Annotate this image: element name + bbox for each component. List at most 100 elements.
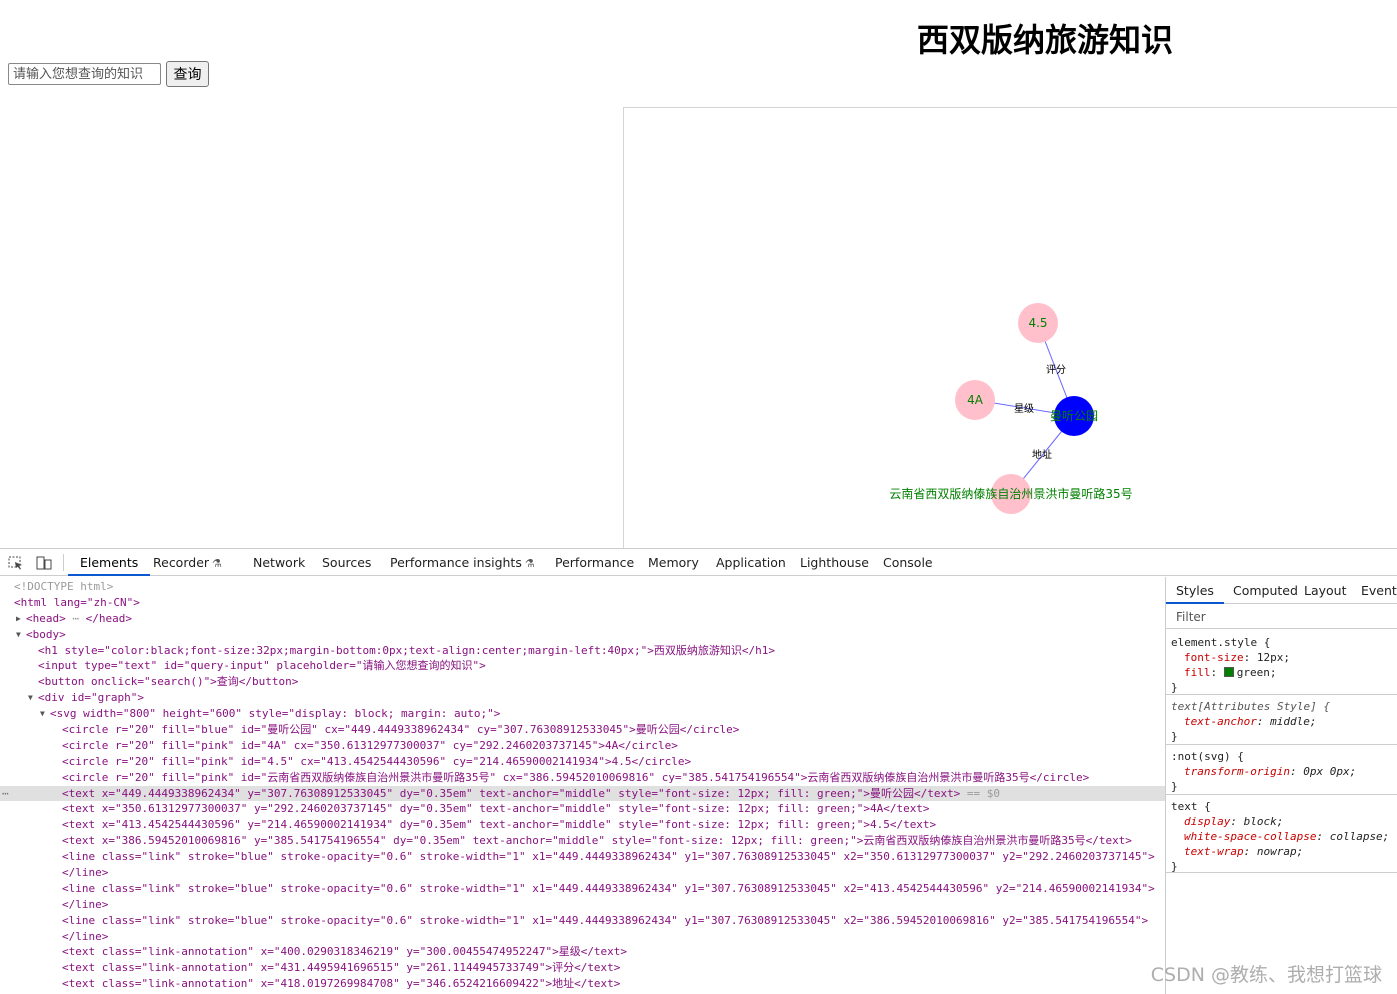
- annotation-code: <text class="link-annotation" x="418.019…: [62, 977, 621, 991]
- graph-node-label-address: 云南省西双版纳傣族自治州景洪市曼听路35号: [889, 486, 1132, 501]
- page-title: 西双版纳旅游知识: [916, 21, 1173, 59]
- rule-selector: text {: [1171, 800, 1211, 813]
- collapse-triangle-icon[interactable]: ▼: [40, 706, 50, 722]
- annotation-code: <text class="link-annotation" x="431.449…: [62, 961, 621, 975]
- more-options-icon[interactable]: ⋯: [2, 786, 9, 802]
- code-line-line-3[interactable]: <line class="link" stroke="blue" stroke-…: [0, 913, 1165, 929]
- tab-recorder[interactable]: Recorder ⚗: [141, 549, 234, 576]
- code-line-text-4[interactable]: <text x="386.59452010069816" y="385.5417…: [0, 833, 1165, 849]
- tab-application[interactable]: Application: [704, 549, 798, 576]
- code-line-text-2[interactable]: <text x="350.61312977300037" y="292.2460…: [0, 801, 1165, 817]
- tab-console[interactable]: Console: [871, 549, 945, 576]
- code-line-doctype[interactable]: <!DOCTYPE html>: [0, 579, 1165, 595]
- code-line-line-1-close[interactable]: </line>: [0, 865, 1165, 881]
- tab-event-listeners[interactable]: Event L: [1351, 577, 1397, 604]
- tab-performance-insights[interactable]: Performance insights ⚗: [378, 549, 547, 576]
- code-line-line-3-close[interactable]: </line>: [0, 929, 1165, 945]
- code-line-circle-1[interactable]: <circle r="20" fill="blue" id="曼听公园" cx=…: [0, 722, 1165, 738]
- css-rule-attributes-style[interactable]: text[Attributes Style] { text-anchor: mi…: [1166, 695, 1397, 745]
- css-rule-not-svg[interactable]: :not(svg) { transform-origin: 0px 0px; }: [1166, 745, 1397, 795]
- prop-name: fill: [1184, 666, 1211, 679]
- css-property[interactable]: font-size: 12px;: [1171, 650, 1393, 665]
- device-toolbar-icon[interactable]: [36, 555, 52, 570]
- tab-lighthouse[interactable]: Lighthouse: [788, 549, 881, 576]
- code-line-body[interactable]: ▼ <body>: [0, 627, 1165, 643]
- graph-link-label-rating: 评分: [1046, 364, 1066, 376]
- styles-tabbar: Styles Computed Layout Event L: [1166, 577, 1397, 604]
- expand-triangle-icon[interactable]: ▶: [16, 611, 26, 627]
- code-line-text-1-selected[interactable]: ⋯ <text x="449.4449338962434" y="307.7630…: [0, 785, 1165, 802]
- prop-name: transform-origin: [1184, 765, 1290, 778]
- prop-value: green;: [1236, 666, 1277, 679]
- css-property[interactable]: text-wrap: nowrap;: [1171, 844, 1393, 859]
- line-close-code: </line>: [62, 929, 109, 943]
- tab-memory[interactable]: Memory: [636, 549, 711, 576]
- head-tag: <head>: [26, 611, 66, 625]
- tab-network[interactable]: Network: [241, 549, 317, 576]
- prop-name: display: [1184, 815, 1231, 828]
- code-line-h1[interactable]: <h1 style="color:black;font-size:32px;ma…: [0, 643, 1165, 659]
- tab-elements[interactable]: Elements: [68, 549, 151, 576]
- code-line-annotation-1[interactable]: <text class="link-annotation" x="400.029…: [0, 944, 1165, 960]
- code-line-circle-2[interactable]: <circle r="20" fill="pink" id="4A" cx="3…: [0, 738, 1165, 754]
- prop-value: block;: [1243, 815, 1284, 828]
- watermark: CSDN @教练、我想打篮球: [1150, 964, 1382, 986]
- code-line-text-3[interactable]: <text x="413.4542544430596" y="214.46590…: [0, 817, 1165, 833]
- code-line-input[interactable]: <input type="text" id="query-input" plac…: [0, 658, 1165, 674]
- rule-close: }: [1171, 780, 1178, 793]
- doctype-text: <!DOCTYPE html>: [14, 580, 114, 593]
- rule-selector: text[Attributes Style] {: [1171, 700, 1330, 713]
- code-line-line-2[interactable]: <line class="link" stroke="blue" stroke-…: [0, 881, 1165, 897]
- experiment-flask-icon: ⚗: [212, 557, 222, 570]
- line-close-code: </line>: [62, 897, 109, 911]
- line-code: <line class="link" stroke="blue" stroke-…: [62, 850, 1155, 864]
- collapsed-ellipsis-icon[interactable]: ⋯: [66, 612, 86, 625]
- collapse-triangle-icon[interactable]: ▼: [28, 690, 38, 706]
- tab-sources[interactable]: Sources: [310, 549, 383, 576]
- css-property[interactable]: text-anchor: middle;: [1171, 714, 1393, 729]
- search-input[interactable]: [8, 63, 161, 85]
- code-line-circle-4[interactable]: <circle r="20" fill="pink" id="云南省西双版纳傣族…: [0, 770, 1165, 786]
- text-code: <text x="350.61312977300037" y="292.2460…: [62, 802, 930, 816]
- code-line-annotation-2[interactable]: <text class="link-annotation" x="431.449…: [0, 960, 1165, 976]
- css-property[interactable]: white-space-collapse: collapse;: [1171, 829, 1393, 844]
- code-line-circle-3[interactable]: <circle r="20" fill="pink" id="4.5" cx="…: [0, 754, 1165, 770]
- code-line-line-2-close[interactable]: </line>: [0, 897, 1165, 913]
- experiment-flask-icon: ⚗: [524, 557, 535, 570]
- css-rule-element-style[interactable]: element.style { font-size: 12px; fill: g…: [1166, 631, 1397, 695]
- inspect-element-icon[interactable]: [8, 555, 24, 570]
- code-line-button[interactable]: <button onclick="search()">查询</button>: [0, 674, 1165, 690]
- graph-link-label-grade: 星级: [1014, 403, 1034, 415]
- text-code: <text x="449.4449338962434" y="307.76308…: [62, 786, 961, 800]
- graph-svg: 曼听公园 4.5 4A 云南省西双版纳傣族自治州景洪市曼听路35号 评分 星级 …: [889, 303, 1133, 514]
- collapse-triangle-icon[interactable]: ▼: [16, 627, 26, 643]
- css-property[interactable]: display: block;: [1171, 814, 1393, 829]
- styles-filter-input[interactable]: [1166, 605, 1397, 629]
- prop-value: middle;: [1270, 715, 1317, 728]
- code-line-div[interactable]: ▼ <div id="graph">: [0, 690, 1165, 706]
- tab-performance-insights-label: Performance insights: [390, 555, 522, 570]
- search-button[interactable]: 查询: [166, 61, 209, 87]
- code-line-annotation-3[interactable]: <text class="link-annotation" x="418.019…: [0, 976, 1165, 992]
- code-line-head[interactable]: ▶ <head> ⋯ </head>: [0, 611, 1165, 627]
- html-tag: <html lang="zh-CN">: [14, 595, 140, 609]
- elements-tree[interactable]: <!DOCTYPE html> <html lang="zh-CN"> ▶ <he…: [0, 577, 1165, 994]
- graph-node-label-grade: 4A: [967, 393, 984, 407]
- prop-name: font-size: [1184, 651, 1244, 664]
- color-swatch-icon[interactable]: [1223, 667, 1234, 677]
- tab-styles[interactable]: Styles: [1166, 577, 1224, 604]
- code-line-svg[interactable]: ▼ <svg width="800" height="600" style="di…: [0, 706, 1165, 722]
- tab-performance[interactable]: Performance: [543, 549, 646, 576]
- css-property[interactable]: transform-origin: 0px 0px;: [1171, 764, 1393, 779]
- circle-code: <circle r="20" fill="pink" id="4.5" cx="…: [62, 754, 692, 768]
- toolbar-divider: [63, 554, 64, 571]
- css-rule-text[interactable]: text { display: block; white-space-colla…: [1166, 795, 1397, 873]
- tab-layout[interactable]: Layout: [1294, 577, 1357, 604]
- prop-name: white-space-collapse: [1184, 830, 1317, 843]
- graph-node-label-rating: 4.5: [1028, 316, 1047, 330]
- line-close-code: </line>: [62, 866, 109, 880]
- code-line-line-1[interactable]: <line class="link" stroke="blue" stroke-…: [0, 849, 1165, 865]
- css-property[interactable]: fill: green;: [1171, 665, 1393, 680]
- devtools-toolbar: Elements Recorder ⚗ Network Sources Perfo…: [0, 549, 1397, 576]
- code-line-html[interactable]: <html lang="zh-CN">: [0, 595, 1165, 611]
